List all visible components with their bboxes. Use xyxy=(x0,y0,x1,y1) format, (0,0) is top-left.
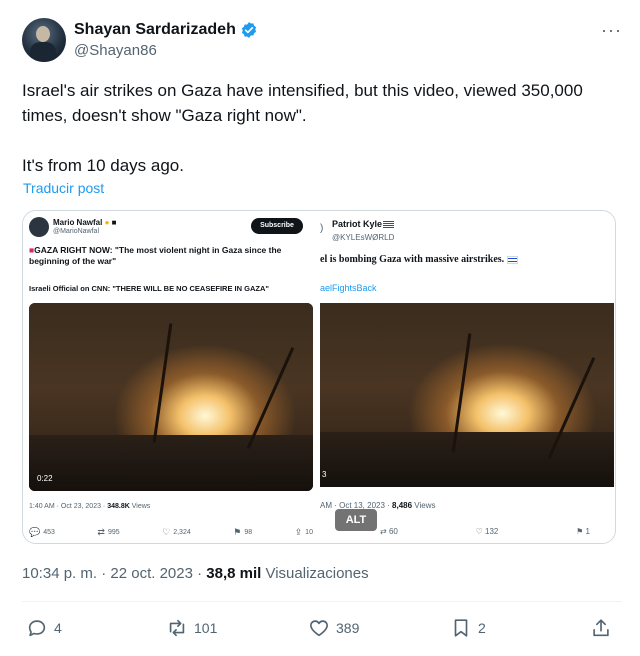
bookmark-icon: ⚑ xyxy=(233,527,242,537)
embedded-bookmark: ⚑ 1 xyxy=(576,527,590,536)
share-button[interactable] xyxy=(590,617,612,639)
post-views-label: Visualizaciones xyxy=(261,565,369,582)
repost-count: 101 xyxy=(194,620,218,636)
post-views-value: 38,8 mil xyxy=(206,565,262,582)
embedded-quote: Israeli Official on CNN: "THERE WILL BE … xyxy=(29,284,269,293)
square-badge-icon: ■ xyxy=(111,218,117,227)
embedded-like: ♡ 2,324 xyxy=(162,527,191,538)
media-image-right[interactable]: ) Patriot Kyle @KYLEsWØRLD el is bombing… xyxy=(320,211,615,543)
heart-icon: ♡ xyxy=(162,527,171,537)
embedded-actions: 💬 453 ⇄ 995 ♡ 2,324 ⚑ 98 ⇪ 10 xyxy=(29,527,313,538)
video-timestamp: 0:22 xyxy=(37,474,53,483)
video-frame-ground xyxy=(29,434,313,491)
embedded-like-count: 132 xyxy=(485,527,499,536)
embedded-author-handle: @KYLEsWØRLD xyxy=(332,233,395,242)
reply-icon: 💬 xyxy=(29,527,41,537)
alt-text-badge[interactable]: ALT xyxy=(335,509,377,531)
embedded-repost-count: 995 xyxy=(107,529,120,536)
reply-icon xyxy=(26,617,48,639)
translate-link[interactable]: Traducir post xyxy=(23,180,104,196)
repost-button[interactable]: 101 xyxy=(166,617,217,639)
embedded-views-label: Views xyxy=(412,501,436,510)
bookmark-button[interactable]: 2 xyxy=(450,617,486,639)
bookmark-icon xyxy=(450,617,472,639)
divider xyxy=(22,601,622,602)
embedded-avatar xyxy=(29,217,49,237)
embedded-views-value: 348.8K xyxy=(107,503,130,510)
chevron-icon: ) xyxy=(320,223,324,234)
avatar-head xyxy=(36,26,50,42)
us-flag-icon xyxy=(383,220,395,229)
video-frame-ground xyxy=(320,431,614,487)
embedded-hashtag: aelFightsBack xyxy=(320,283,377,293)
bookmark-icon: ⚑ xyxy=(576,527,584,536)
embedded-repost-count: 60 xyxy=(388,527,398,536)
embedded-author-name: Mario Nawfal ● ■ xyxy=(53,218,117,227)
embedded-views-label: Views xyxy=(129,503,151,510)
embedded-headline-prefix: GAZA RIGHT NOW: xyxy=(34,245,115,255)
reply-button[interactable]: 4 xyxy=(26,617,62,639)
embedded-share-count: 10 xyxy=(305,529,313,536)
more-dots-icon[interactable]: ··· xyxy=(601,20,622,41)
tweet-header: Shayan Sardarizadeh @Shayan86 ··· xyxy=(22,18,622,66)
embedded-date-views: 1:40 AM · Oct 23, 2023 · 348.8K Views xyxy=(29,503,150,510)
embedded-author-handle: @MarioNawfal xyxy=(53,228,100,235)
embedded-repost: ⇄ 995 xyxy=(97,527,119,538)
avatar[interactable] xyxy=(22,18,66,62)
share-icon xyxy=(590,617,612,639)
embedded-subscribe-button: Subscribe xyxy=(251,218,303,234)
repost-icon: ⇄ xyxy=(97,527,105,537)
embedded-reply-count: 453 xyxy=(43,529,55,536)
verified-badge-icon: ● xyxy=(104,218,110,227)
embedded-video: 3 xyxy=(320,303,614,487)
video-timestamp: 3 xyxy=(322,470,327,479)
action-bar: 4 101 389 2 xyxy=(26,617,616,641)
embedded-bookmark-count: 1 xyxy=(585,527,590,536)
tweet-text-line: Israel's air strikes on Gaza have intens… xyxy=(22,81,583,125)
embedded-share: ⇪ 10 xyxy=(295,527,313,538)
heart-icon xyxy=(308,617,330,639)
media-image-left[interactable]: Mario Nawfal ● ■ @MarioNawfal Subscribe … xyxy=(23,211,318,543)
author-name[interactable]: Shayan Sardarizadeh xyxy=(74,21,236,39)
share-icon: ⇪ xyxy=(294,527,303,537)
embedded-like: ♡ 132 xyxy=(476,527,499,536)
author-handle[interactable]: @Shayan86 xyxy=(74,42,157,59)
verified-badge-icon xyxy=(240,21,258,39)
like-button[interactable]: 389 xyxy=(308,617,359,639)
embedded-author-name-text: Patriot Kyle xyxy=(332,219,383,229)
reply-count: 4 xyxy=(54,620,62,636)
like-count: 389 xyxy=(336,620,360,636)
author-name-row: Shayan Sardarizadeh xyxy=(74,21,258,39)
heart-icon: ♡ xyxy=(475,527,483,536)
embedded-author-name-text: Mario Nawfal xyxy=(53,218,103,227)
embedded-headline: ■GAZA RIGHT NOW: "The most violent night… xyxy=(29,245,311,267)
embedded-headline-text: el is bombing Gaza with massive airstrik… xyxy=(320,254,505,265)
tweet-text-line: It's from 10 days ago. xyxy=(22,156,184,175)
post-timestamp[interactable]: 10:34 p. m. · 22 oct. 2023 · xyxy=(22,565,206,582)
embedded-bookmark: ⚑ 98 xyxy=(233,527,252,538)
embedded-bookmark-count: 98 xyxy=(244,529,253,536)
embedded-reply: 💬 453 xyxy=(29,527,55,538)
embedded-views-value: 8,486 xyxy=(392,501,413,510)
avatar-body xyxy=(30,42,56,62)
israel-flag-icon xyxy=(507,255,519,264)
embedded-repost: ⇄ 60 xyxy=(380,527,398,536)
post-meta: 10:34 p. m. · 22 oct. 2023 · 38,8 mil Vi… xyxy=(22,565,369,582)
repost-icon: ⇄ xyxy=(380,527,387,536)
media-grid[interactable]: Mario Nawfal ● ■ @MarioNawfal Subscribe … xyxy=(22,210,616,544)
embedded-date: 1:40 AM · Oct 23, 2023 · xyxy=(29,503,108,510)
repost-icon xyxy=(166,617,188,639)
embedded-like-count: 2,324 xyxy=(173,529,191,536)
embedded-author-name: Patriot Kyle xyxy=(332,219,395,229)
bookmark-count: 2 xyxy=(478,620,486,636)
embedded-video: 0:22 xyxy=(29,303,313,491)
embedded-headline: el is bombing Gaza with massive airstrik… xyxy=(320,254,519,265)
tweet-text: Israel's air strikes on Gaza have intens… xyxy=(22,78,622,178)
